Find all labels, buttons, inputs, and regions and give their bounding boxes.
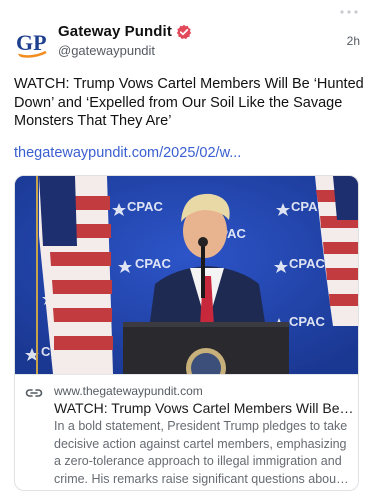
more-options-icon[interactable]: [338, 8, 360, 16]
avatar-logo: GP: [16, 30, 47, 58]
avatar[interactable]: GP: [14, 25, 50, 61]
verified-badge-icon: [176, 24, 192, 39]
author-row: Gateway Pundit: [58, 23, 192, 40]
backdrop-logo: CPAC: [289, 256, 325, 271]
post-header: GP Gateway Pundit @gatewaypundit 2h: [14, 10, 360, 66]
author-name[interactable]: Gateway Pundit: [58, 23, 172, 40]
link-preview-meta[interactable]: www.thegatewaypundit.com WATCH: Trump Vo…: [15, 374, 358, 490]
link-domain: www.thegatewaypundit.com: [54, 384, 203, 398]
link-chain-icon: [25, 389, 43, 397]
link-preview-card[interactable]: CPAC CPAC CPAC CPAC CPAC CPAC CPAC CPAC: [14, 175, 359, 491]
post-timestamp: 2h: [346, 34, 360, 48]
link-title[interactable]: WATCH: Trump Vows Cartel Members Will Be…: [54, 400, 354, 416]
link-description: In a bold statement, President Trump ple…: [54, 419, 348, 490]
lectern: [123, 322, 289, 374]
backdrop-logo: CPAC: [127, 199, 163, 214]
post-link[interactable]: thegatewaypundit.com/2025/02/w...: [14, 145, 241, 161]
avatar-initials: GP: [16, 30, 47, 55]
author-handle[interactable]: @gatewaypundit: [58, 43, 155, 58]
link-preview-image[interactable]: CPAC CPAC CPAC CPAC CPAC CPAC CPAC CPAC: [15, 176, 358, 374]
backdrop-logo: CPAC: [289, 314, 325, 329]
preview-photo: CPAC CPAC CPAC CPAC CPAC CPAC CPAC CPAC: [15, 176, 358, 374]
post-text: WATCH: Trump Vows Cartel Members Will Be…: [14, 76, 364, 129]
backdrop-logo: CPAC: [135, 256, 171, 271]
